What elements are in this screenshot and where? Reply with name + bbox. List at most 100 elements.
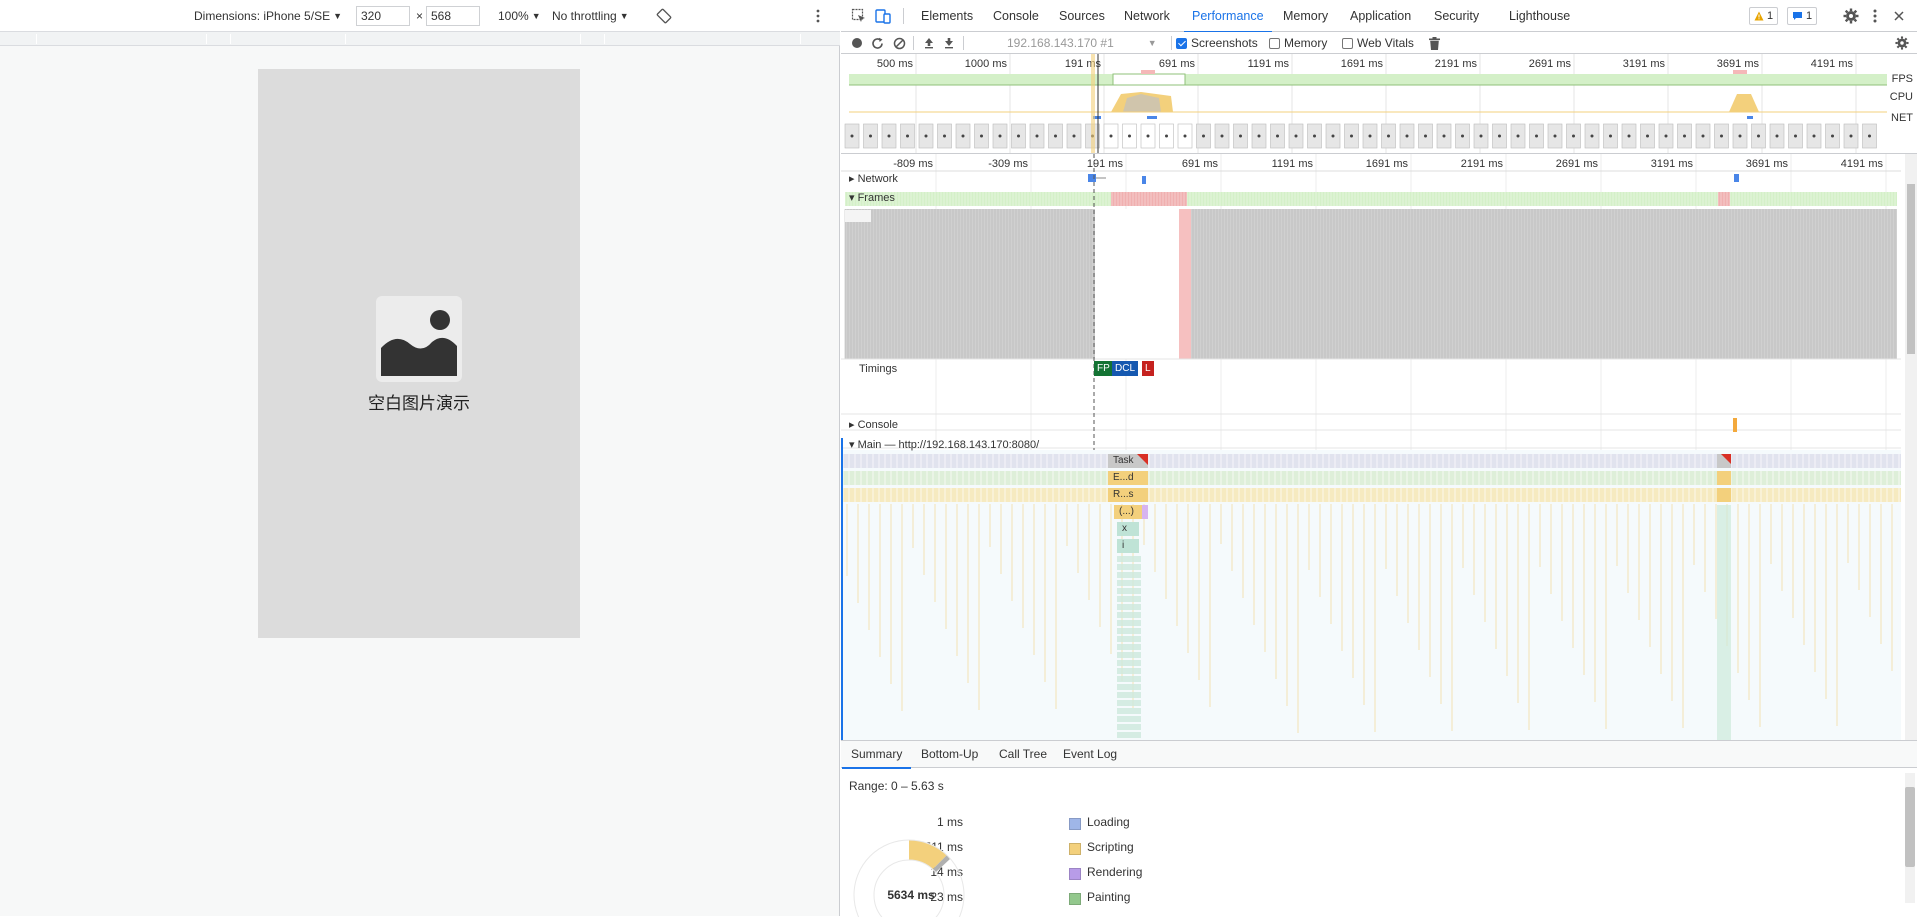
memory-checkbox[interactable]: Memory [1269, 32, 1327, 54]
tab-summary[interactable]: Summary [841, 741, 912, 769]
performance-toolbar: 192.168.143.170 #1 ▼ Screenshots Memory … [841, 32, 1917, 54]
device-viewport[interactable]: 空白图片演示 [258, 69, 580, 638]
clear-icon[interactable] [893, 32, 906, 54]
tab-security[interactable]: Security [1434, 0, 1479, 32]
flame-evaluate[interactable]: E...d [1113, 472, 1134, 483]
screenshot-thumb-dot [1442, 134, 1446, 138]
screenshot-thumb-dot [1701, 134, 1705, 138]
dcl-marker[interactable]: DCL [1112, 361, 1139, 376]
screenshot-thumb-dot [1794, 134, 1797, 138]
close-icon[interactable] [1891, 8, 1907, 24]
image-placeholder [376, 296, 462, 382]
loading-swatch [1069, 818, 1081, 830]
loading-name: Loading [1087, 815, 1130, 829]
profile-select[interactable]: 192.168.143.170 #1 ▼ [1007, 32, 1157, 54]
screenshot-thumb-dot [1738, 134, 1742, 138]
flame-task[interactable]: Task [1113, 455, 1134, 466]
painting-swatch [1069, 893, 1081, 905]
painting-name: Painting [1087, 890, 1131, 904]
details-panel: Summary Bottom-Up Call Tree Event Log Ra… [841, 740, 1917, 917]
flame-evaluate-bar-2 [1717, 471, 1731, 485]
tab-call-tree[interactable]: Call Tree [999, 741, 1047, 768]
screenshot-thumb-dot [1072, 134, 1076, 138]
screenshot-thumb-dot [906, 134, 909, 138]
loading-value: 1 ms [936, 815, 963, 829]
cpu-label: CPU [1889, 91, 1913, 103]
customize-menu-icon[interactable] [1867, 8, 1883, 24]
capture-settings-icon[interactable] [1895, 32, 1909, 54]
overview-tick-label: 4191 ms [1811, 58, 1854, 70]
timeline-scrollbar-thumb [1907, 184, 1915, 354]
tab-lighthouse[interactable]: Lighthouse [1509, 0, 1570, 32]
screenshot-thumb-dot [1461, 134, 1464, 138]
track-timings-label[interactable]: Timings [859, 363, 897, 375]
throttling-label: No throttling [552, 9, 617, 23]
overview-tick-label: 191 ms [1065, 58, 1102, 70]
warnings-badge[interactable]: 1 [1749, 7, 1779, 25]
fps-drop [1112, 73, 1186, 86]
track-main[interactable]: ▾ Main — http://192.168.143.170:8080/ [849, 438, 1039, 451]
fp-marker[interactable]: FP [1094, 361, 1113, 376]
tab-memory[interactable]: Memory [1283, 0, 1328, 32]
details-scrollbar[interactable] [1905, 773, 1915, 903]
screenshot-thumb-dot [1479, 134, 1483, 138]
device-dimensions-select[interactable]: Dimensions: iPhone 5/SE ▼ [194, 0, 342, 32]
tab-sources[interactable]: Sources [1059, 0, 1105, 32]
screenshot-thumb-dot [1405, 134, 1409, 138]
load-profile-icon[interactable] [923, 32, 935, 54]
tab-bottom-up[interactable]: Bottom-Up [921, 741, 978, 768]
settings-gear-icon[interactable] [1843, 8, 1859, 24]
flame-anon[interactable]: (...) [1119, 506, 1134, 517]
more-options-icon[interactable] [816, 0, 820, 32]
network-request-bar [1734, 174, 1739, 182]
track-frames[interactable]: ▾ Frames [849, 191, 895, 204]
tab-application[interactable]: Application [1350, 0, 1411, 32]
save-profile-icon[interactable] [943, 32, 955, 54]
record-icon[interactable] [851, 32, 863, 54]
timeline-overview[interactable]: 500 ms 1000 ms 191 ms 691 ms 1191 ms 1691 ms 2… [841, 54, 1917, 154]
flame-deep-stack [1117, 580, 1141, 586]
screenshot-thumb-dot [998, 134, 1002, 138]
messages-count: 1 [1806, 10, 1813, 22]
flame-deep-stack [1117, 700, 1141, 706]
device-toolbar: Dimensions: iPhone 5/SE▼ × 100%▼ No thro… [0, 0, 840, 32]
flame-i[interactable]: i [1122, 540, 1124, 551]
flame-anon-side [1142, 505, 1148, 519]
device-toggle-icon[interactable] [875, 8, 891, 24]
device-height-input[interactable] [426, 6, 480, 26]
rotate-icon[interactable] [656, 0, 672, 32]
tab-elements[interactable]: Elements [921, 0, 973, 32]
chevron-down-icon: ▼ [333, 11, 342, 21]
zoom-select[interactable]: 100% ▼ [498, 0, 541, 32]
messages-badge[interactable]: 1 [1787, 7, 1818, 25]
flame-deep-stack [1117, 724, 1141, 730]
tab-event-log[interactable]: Event Log [1063, 741, 1117, 768]
tab-console[interactable]: Console [993, 0, 1039, 32]
timeline-tick-label: -809 ms [893, 158, 933, 170]
device-width-input[interactable] [356, 6, 410, 26]
chevron-down-icon: ▼ [619, 11, 629, 21]
tab-performance[interactable]: Performance [1184, 0, 1272, 33]
throttling-select[interactable]: No throttling ▼ [552, 0, 629, 32]
screenshots-checkbox[interactable]: Screenshots [1176, 32, 1258, 54]
overview-tick-label: 3191 ms [1623, 58, 1666, 70]
webvitals-checkbox[interactable]: Web Vitals [1342, 32, 1414, 54]
tab-network[interactable]: Network [1124, 0, 1170, 32]
load-marker[interactable]: L [1142, 361, 1154, 376]
flame-run-scripts[interactable]: R...s [1113, 489, 1134, 500]
track-network[interactable]: ▸ Network [849, 172, 898, 185]
screenshot-thumb-dot [1775, 134, 1779, 138]
timeline-flamechart[interactable]: -809 ms -309 ms 191 ms 691 ms 1191 ms 1691 ms… [841, 154, 1917, 740]
trash-icon[interactable] [1429, 32, 1440, 54]
inspect-element-icon[interactable] [851, 8, 867, 24]
screenshot-thumb-dot [1387, 134, 1390, 138]
track-console[interactable]: ▸ Console [849, 418, 898, 431]
zoom-label: 100% [498, 9, 529, 23]
screenshot-thumb-dot [1128, 134, 1131, 138]
media-query-ruler[interactable] [0, 32, 840, 46]
screenshot-thumb-dot [1868, 134, 1871, 138]
flame-x[interactable]: x [1122, 523, 1127, 534]
reload-record-icon[interactable] [871, 32, 884, 54]
screenshot-thumb-dot [1146, 134, 1150, 138]
details-scrollbar-thumb[interactable] [1905, 787, 1915, 867]
